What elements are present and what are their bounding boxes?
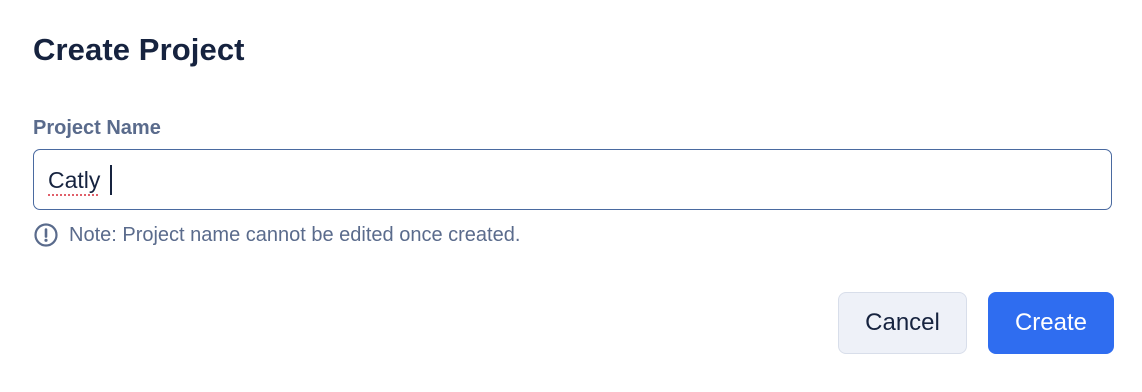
note-text: Note: Project name cannot be edited once…	[69, 224, 521, 246]
text-caret	[110, 165, 112, 195]
dialog-title: Create Project	[33, 32, 245, 67]
project-name-note: Note: Project name cannot be edited once…	[33, 222, 520, 248]
create-button[interactable]: Create	[988, 292, 1114, 354]
info-circle-icon	[33, 222, 59, 248]
project-name-label: Project Name	[33, 117, 161, 139]
cancel-button[interactable]: Cancel	[838, 292, 967, 354]
project-name-input-value[interactable]: Catly	[48, 167, 100, 193]
project-name-input[interactable]: Catly	[33, 149, 1112, 210]
create-project-dialog: Create Project Project Name Catly Note: …	[0, 0, 1142, 392]
